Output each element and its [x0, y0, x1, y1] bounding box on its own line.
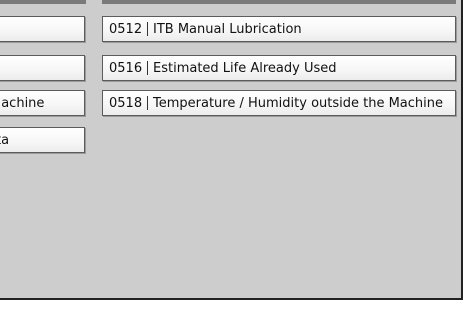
left-column-top-edge [0, 0, 86, 4]
sp-item-0512-button[interactable]: 0512 ITB Manual Lubrication [102, 16, 456, 42]
left-item-3-label: Machine [0, 95, 45, 111]
separator [147, 96, 148, 110]
sp-item-label: Temperature / Humidity outside the Machi… [153, 95, 444, 111]
sp-item-0518-button[interactable]: 0518 Temperature / Humidity outside the … [102, 90, 456, 116]
sp-item-label: Estimated Life Already Used [153, 60, 337, 76]
right-column-top-edge [102, 0, 456, 4]
sp-mode-panel: Machine ta 0512 ITB Manual Lubrication 0… [0, 0, 463, 300]
left-item-3-button[interactable]: Machine [0, 90, 85, 116]
separator [147, 61, 148, 75]
left-item-2-button[interactable] [0, 55, 85, 81]
sp-item-code: 0516 [109, 60, 143, 76]
sp-item-label: ITB Manual Lubrication [153, 21, 302, 37]
sp-item-code: 0512 [109, 21, 143, 37]
separator [147, 22, 148, 36]
left-item-1-button[interactable] [0, 16, 85, 42]
left-item-4-button[interactable]: ta [0, 127, 85, 153]
sp-item-code: 0518 [109, 95, 143, 111]
sp-item-0516-button[interactable]: 0516 Estimated Life Already Used [102, 55, 456, 81]
left-item-4-label: ta [0, 132, 10, 148]
